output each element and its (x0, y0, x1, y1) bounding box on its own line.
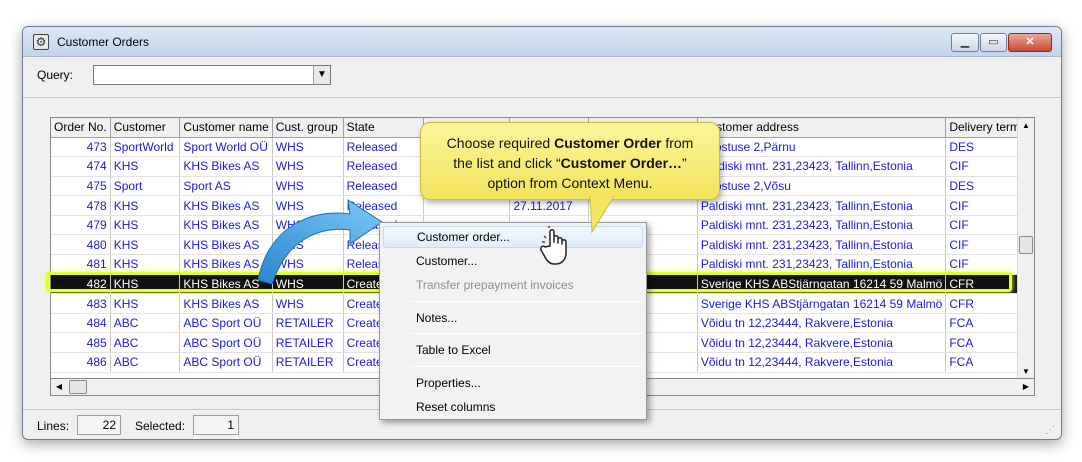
divider (23, 97, 1061, 98)
app-gear-icon: ⚙ (33, 34, 49, 50)
selected-label: Selected: (135, 419, 186, 433)
callout-line-2: the list and click “Customer Order…” (453, 155, 687, 171)
table-cell: SportWorld (110, 137, 181, 158)
table-cell: ABC Sport OÜ (179, 332, 273, 354)
table-cell: Võidu tn 12,23444, Rakvere,Estonia (697, 332, 947, 354)
menu-item-transfer-prepayment-invoices: Transfer prepayment invoices (416, 278, 574, 292)
scroll-thumb[interactable] (1019, 236, 1033, 254)
table-cell: ABC Sport OÜ (179, 352, 273, 373)
table-cell: Sverige KHS ABStjärngatan 16214 59 Malmö (697, 274, 947, 295)
table-cell: KHS (110, 215, 181, 236)
table-cell: 485 (51, 332, 111, 354)
query-combobox[interactable]: ▼ (93, 65, 331, 85)
table-cell: 482 (51, 274, 111, 295)
menu-separator (412, 301, 643, 302)
hscroll-thumb[interactable] (69, 380, 87, 394)
menu-separator (412, 333, 643, 334)
table-cell: Paldiski mnt. 231,23423, Tallinn,Estonia (697, 234, 947, 256)
table-cell: Released (343, 156, 425, 177)
table-cell: Paldiski mnt. 231,23423, Tallinn,Estonia (697, 156, 947, 177)
menu-item-reset-columns[interactable]: Reset columns (383, 396, 643, 418)
column-header[interactable]: Order No. (51, 118, 111, 138)
table-cell: KHS (110, 293, 181, 314)
table-cell: KHS (110, 274, 181, 295)
table-cell: 478 (51, 195, 111, 216)
callout-line-3: option from Context Menu. (487, 175, 653, 191)
chevron-down-icon[interactable]: ▼ (313, 66, 330, 84)
scroll-left-icon[interactable]: ◀ (51, 379, 67, 395)
table-cell: 481 (51, 254, 111, 275)
column-header[interactable]: Cust. group (272, 118, 344, 138)
table-cell: ABC (110, 313, 181, 334)
table-cell: KHS (110, 156, 181, 177)
table-cell: KHS Bikes AS (179, 156, 273, 177)
scroll-down-icon[interactable]: ▼ (1018, 364, 1034, 378)
table-cell: Võidu tn 12,23444, Rakvere,Estonia (697, 352, 947, 373)
table-cell: Tööstuse 2,Võsu (697, 176, 947, 197)
query-label: Query: (37, 68, 74, 82)
scroll-right-icon[interactable]: ▶ (1018, 379, 1034, 395)
menu-item-properties[interactable]: Properties... (383, 372, 643, 394)
table-cell: Sport (110, 176, 181, 197)
table-cell: ABC (110, 352, 181, 373)
selected-count: 1 (193, 415, 239, 435)
table-cell: Paldiski mnt. 231,23423, Tallinn,Estonia (697, 215, 947, 236)
table-cell: 475 (51, 176, 111, 197)
table-cell: ABC (110, 332, 181, 354)
table-cell: Sverige KHS ABStjärngatan 16214 59 Malmö (697, 293, 947, 314)
table-cell: 484 (51, 313, 111, 334)
callout-pointer (589, 196, 615, 234)
lines-label: Lines: (37, 419, 70, 433)
table-cell: ABC Sport OÜ (179, 313, 273, 334)
table-cell: WHS (272, 137, 344, 158)
menu-separator (412, 366, 643, 367)
table-cell: Sport World OÜ (179, 137, 273, 158)
table-cell: RETAILER (272, 313, 344, 334)
table-cell: KHS (110, 254, 181, 275)
column-header[interactable]: Customer address (697, 118, 947, 138)
table-cell: Paldiski mnt. 231,23423, Tallinn,Estonia (697, 195, 947, 216)
table-cell: KHS (110, 234, 181, 256)
menu-item-table-to-excel[interactable]: Table to Excel (383, 339, 643, 361)
table-cell: 480 (51, 234, 111, 256)
lines-count: 22 (77, 415, 121, 435)
context-menu: Customer order... Customer... Transfer p… (379, 222, 647, 420)
maximize-button[interactable]: ▭ (980, 33, 1007, 52)
close-button[interactable]: ✕ (1008, 33, 1052, 52)
table-cell: 473 (51, 137, 111, 158)
menu-item-notes[interactable]: Notes... (383, 307, 643, 329)
column-header[interactable]: Customer (110, 118, 181, 138)
table-cell: RETAILER (272, 352, 344, 373)
table-cell: Released (343, 137, 425, 158)
table-cell: 479 (51, 215, 111, 236)
menu-item-customer[interactable]: Customer... (383, 250, 643, 272)
table-cell: WHS (272, 293, 344, 314)
instruction-callout: Choose required Customer Order from the … (420, 122, 720, 200)
table-cell: KHS Bikes AS (179, 293, 273, 314)
column-header[interactable]: Customer name (179, 118, 273, 138)
table-cell: Tööstuse 2,Pärnu (697, 137, 947, 158)
scroll-up-icon[interactable]: ▲ (1018, 118, 1034, 134)
resize-grip-icon[interactable]: ⋰ (1045, 425, 1057, 437)
minimize-button[interactable]: ▁ (951, 33, 979, 52)
table-cell: 486 (51, 352, 111, 373)
table-cell: Paldiski mnt. 231,23423, Tallinn,Estonia (697, 254, 947, 275)
title-bar: ⚙ Customer Orders ▁ ▭ ✕ (23, 27, 1061, 57)
vertical-scrollbar[interactable]: ▲ ▼ (1017, 118, 1034, 378)
hand-cursor-icon (540, 226, 567, 265)
column-header[interactable]: State (343, 118, 425, 138)
callout-line-1: Choose required Customer Order from (446, 135, 694, 151)
window-title: Customer Orders (57, 35, 150, 49)
table-cell: 474 (51, 156, 111, 177)
table-cell: WHS (272, 156, 344, 177)
curved-arrow-icon (257, 198, 383, 285)
table-cell: Võidu tn 12,23444, Rakvere,Estonia (697, 313, 947, 334)
table-cell: RETAILER (272, 332, 344, 354)
table-cell: 483 (51, 293, 111, 314)
table-cell: KHS (110, 195, 181, 216)
